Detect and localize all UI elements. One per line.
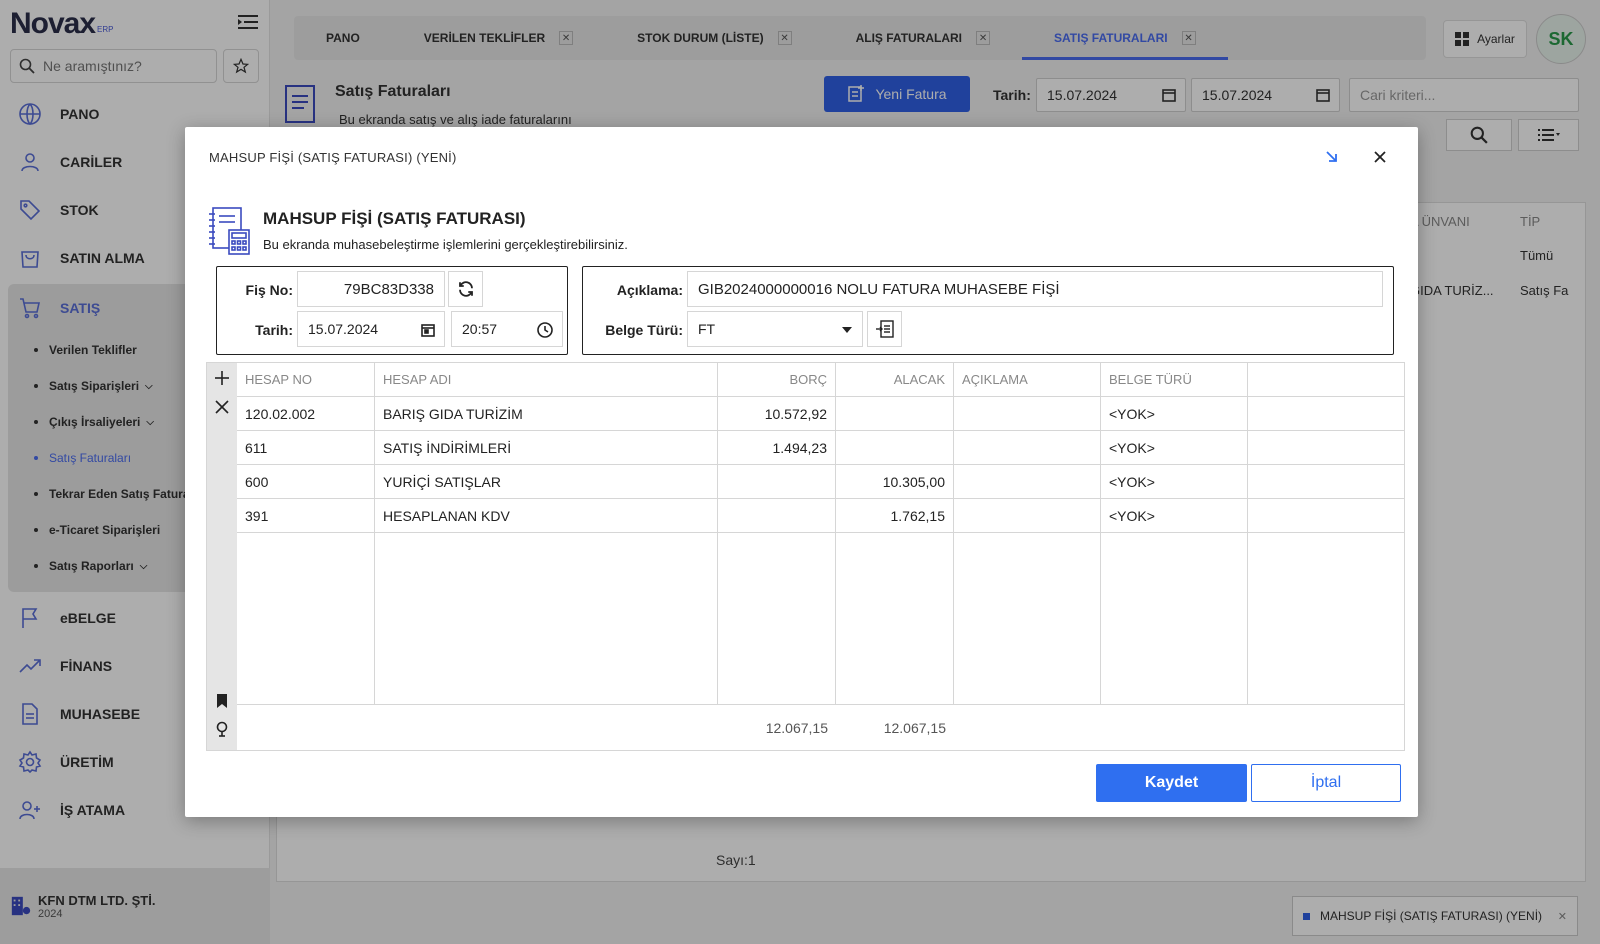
close-icon[interactable] <box>1369 146 1391 168</box>
cell-aciklama[interactable] <box>954 397 1101 430</box>
saat-value: 20:57 <box>462 321 498 337</box>
aciklama-field[interactable]: GIB2024000000016 NOLU FATURA MUHASEBE Fİ… <box>687 271 1383 307</box>
cell-alacak[interactable] <box>836 431 954 464</box>
cell-borc[interactable] <box>718 465 836 498</box>
bookmark-button[interactable] <box>212 691 232 711</box>
dialog-title: MAHSUP FİŞİ (SATIŞ FATURASI) (YENİ) <box>209 150 457 165</box>
cell-extra <box>1248 397 1404 430</box>
cell-aciklama[interactable] <box>954 465 1101 498</box>
table-row[interactable]: 600 YURİÇİ SATIŞLAR 10.305,00 <YOK> <box>237 465 1404 499</box>
cell-hesap-no[interactable]: 120.02.002 <box>237 397 375 430</box>
grid-toolbar <box>207 363 237 750</box>
bookmark-icon <box>216 694 228 708</box>
cell-borc[interactable]: 10.572,92 <box>718 397 836 430</box>
tarih-field[interactable]: 15.07.2024 <box>297 311 445 347</box>
cell-extra <box>1248 431 1404 464</box>
refresh-button[interactable] <box>448 271 483 307</box>
form-title: MAHSUP FİŞİ (SATIŞ FATURASI) <box>263 209 526 228</box>
cell-hesap-adi[interactable]: YURİÇİ SATIŞLAR <box>375 465 718 498</box>
cell-belge-turu[interactable]: <YOK> <box>1101 465 1248 498</box>
cell-hesap-adi[interactable]: SATIŞ İNDİRİMLERİ <box>375 431 718 464</box>
cell-belge-turu[interactable]: <YOK> <box>1101 499 1248 532</box>
plus-icon <box>214 370 230 386</box>
cell-hesap-no[interactable]: 600 <box>237 465 375 498</box>
hint-button[interactable] <box>212 719 232 739</box>
column-header-hesap-adi[interactable]: HESAP ADI <box>375 363 718 396</box>
fis-info-box: Fiş No: 79BC83D338 Tarih: 15.07.2024 20:… <box>216 266 568 355</box>
belge-turu-value: FT <box>698 321 716 337</box>
clock-icon[interactable] <box>536 321 554 339</box>
document-import-icon <box>875 319 895 339</box>
table-row[interactable]: 611 SATIŞ İNDİRİMLERİ 1.494,23 <YOK> <box>237 431 1404 465</box>
cell-extra <box>1248 465 1404 498</box>
column-header-belge-turu[interactable]: BELGE TÜRÜ <box>1101 363 1248 396</box>
minimize-icon[interactable] <box>1321 146 1343 168</box>
cell-aciklama[interactable] <box>954 499 1101 532</box>
column-header-hesap-no[interactable]: HESAP NO <box>237 363 375 396</box>
cell-belge-turu[interactable]: <YOK> <box>1101 397 1248 430</box>
column-header-borc[interactable]: BORÇ <box>718 363 836 396</box>
delete-row-button[interactable] <box>212 397 232 417</box>
grid-header-row: HESAP NO HESAP ADI BORÇ ALACAK AÇIKLAMA … <box>237 363 1404 397</box>
cell-hesap-adi[interactable]: BARIŞ GIDA TURİZİM <box>375 397 718 430</box>
tarih-label: Tarih: <box>255 322 293 338</box>
cell-alacak[interactable]: 10.305,00 <box>836 465 954 498</box>
total-alacak: 12.067,15 <box>883 720 946 736</box>
grid-totals-row: 12.067,15 12.067,15 <box>237 704 1404 750</box>
add-row-button[interactable] <box>212 368 232 388</box>
table-row[interactable]: 120.02.002 BARIŞ GIDA TURİZİM 10.572,92 … <box>237 397 1404 431</box>
aciklama-label: Açıklama: <box>616 282 683 298</box>
saat-field[interactable]: 20:57 <box>451 311 563 347</box>
cancel-button[interactable]: İptal <box>1251 764 1401 802</box>
column-header-aciklama[interactable]: AÇIKLAMA <box>954 363 1101 396</box>
table-row[interactable]: 391 HESAPLANAN KDV 1.762,15 <YOK> <box>237 499 1404 533</box>
cell-borc[interactable] <box>718 499 836 532</box>
form-subtitle: Bu ekranda muhasebeleştirme işlemlerini … <box>263 237 628 252</box>
cell-aciklama[interactable] <box>954 431 1101 464</box>
aciklama-box: Açıklama: GIB2024000000016 NOLU FATURA M… <box>582 266 1394 355</box>
caret-down-icon <box>842 327 852 333</box>
fis-no-field[interactable]: 79BC83D338 <box>297 271 445 307</box>
total-borc: 12.067,15 <box>765 720 828 736</box>
calendar-icon[interactable] <box>420 322 436 338</box>
cell-hesap-no[interactable]: 391 <box>237 499 375 532</box>
column-header-alacak[interactable]: ALACAK <box>836 363 954 396</box>
belge-turu-select[interactable]: FT <box>687 311 863 347</box>
journal-lines-grid: HESAP NO HESAP ADI BORÇ ALACAK AÇIKLAMA … <box>206 362 1405 751</box>
cell-belge-turu[interactable]: <YOK> <box>1101 431 1248 464</box>
lightbulb-icon <box>216 721 228 737</box>
accounting-document-icon <box>207 206 251 256</box>
cell-hesap-adi[interactable]: HESAPLANAN KDV <box>375 499 718 532</box>
cell-alacak[interactable]: 1.762,15 <box>836 499 954 532</box>
column-header-extra <box>1248 363 1404 396</box>
journal-table: HESAP NO HESAP ADI BORÇ ALACAK AÇIKLAMA … <box>237 363 1404 750</box>
close-icon <box>215 400 229 414</box>
belge-turu-label: Belge Türü: <box>605 322 683 338</box>
cell-extra <box>1248 499 1404 532</box>
save-button[interactable]: Kaydet <box>1096 764 1247 802</box>
refresh-icon <box>457 280 475 298</box>
fis-no-label: Fiş No: <box>245 282 293 298</box>
cell-borc[interactable]: 1.494,23 <box>718 431 836 464</box>
cell-alacak[interactable] <box>836 397 954 430</box>
cell-hesap-no[interactable]: 611 <box>237 431 375 464</box>
tarih-value: 15.07.2024 <box>308 321 379 337</box>
mahsup-fisi-dialog: MAHSUP FİŞİ (SATIŞ FATURASI) (YENİ) MAHS… <box>185 127 1418 817</box>
belge-import-button[interactable] <box>867 311 902 347</box>
